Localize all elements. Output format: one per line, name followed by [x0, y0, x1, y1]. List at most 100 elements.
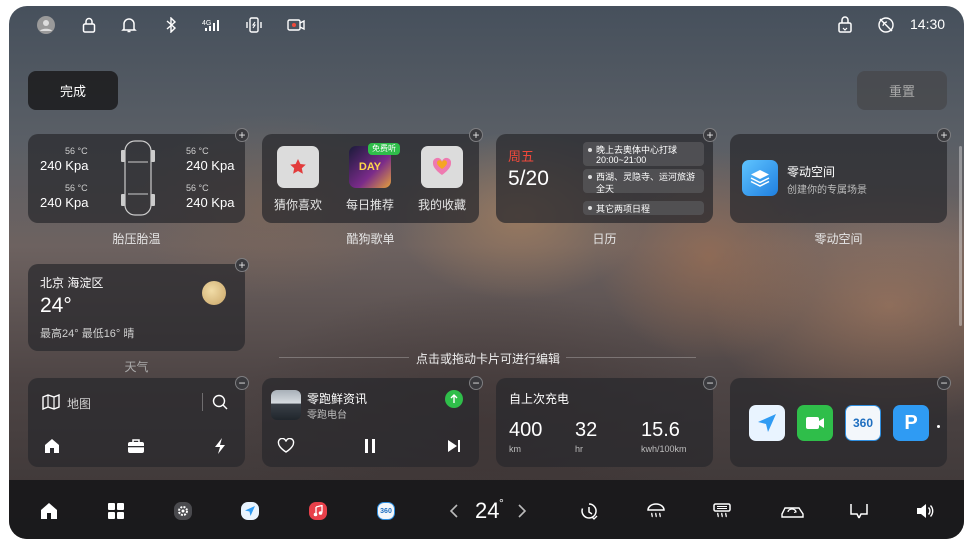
kugou-item-label: 猜你喜欢	[273, 198, 322, 212]
tire-rr-temp: 56 °C	[186, 183, 209, 193]
car-lock-icon[interactable]	[836, 16, 854, 34]
home-shortcut-icon[interactable]	[44, 438, 60, 459]
rear-defrost-icon[interactable]	[712, 501, 732, 521]
charge-distance-unit: km	[509, 444, 521, 454]
lock-icon[interactable]	[80, 16, 98, 34]
no-signal-icon	[877, 16, 895, 34]
charging-station-icon[interactable]	[213, 437, 227, 460]
dashcam-record-icon	[287, 16, 305, 34]
video-call-app-icon[interactable]	[797, 405, 833, 441]
temp-increase-icon[interactable]	[512, 501, 532, 521]
music-app-icon[interactable]	[309, 502, 327, 520]
svg-text:4G: 4G	[202, 20, 211, 27]
calendar-date: 5/20	[508, 167, 549, 190]
bell-icon[interactable]	[120, 16, 138, 34]
layers-icon	[742, 160, 778, 196]
radio-title: 零跑鲜资讯	[307, 392, 368, 406]
add-calendar-card-button[interactable]: +	[703, 128, 717, 142]
radio-subtitle: 零跑电台	[307, 410, 347, 421]
settings-app-icon[interactable]	[174, 502, 192, 520]
tire-fr-temp: 56 °C	[186, 146, 209, 156]
signal-4g-icon: 4G	[202, 16, 220, 34]
reset-button[interactable]: 重置	[857, 71, 947, 110]
edit-hint: 点击或拖动卡片可进行编辑	[416, 352, 561, 366]
map-icon	[42, 393, 60, 415]
phone-vibrate-icon	[245, 16, 263, 34]
pause-icon[interactable]	[363, 438, 377, 459]
front-defrost-icon[interactable]	[646, 501, 666, 521]
page-scrollbar[interactable]	[959, 146, 962, 326]
calendar-weekday: 周五	[508, 149, 535, 164]
remove-charge-card-button[interactable]: −	[703, 376, 717, 390]
charge-hours: 32	[575, 419, 598, 441]
remove-radio-card-button[interactable]: −	[469, 376, 483, 390]
sun-icon	[202, 281, 226, 305]
zero-space-card-title: 零动空间	[814, 232, 863, 246]
climate-auto-icon[interactable]	[579, 501, 599, 521]
charge-distance: 400	[509, 419, 543, 441]
kugou-card-title: 酷狗歌单	[346, 232, 395, 246]
tire-fl-temp: 56 °C	[65, 146, 88, 156]
weather-temp: 24°	[40, 294, 72, 317]
parking-app-icon[interactable]: P	[893, 405, 929, 441]
search-icon[interactable]	[212, 394, 228, 415]
kugou-item-label: 每日推荐	[345, 198, 394, 212]
charge-title: 自上次充电	[509, 392, 570, 406]
calendar-card-title: 日历	[592, 232, 617, 246]
done-button[interactable]: 完成	[28, 71, 118, 110]
calendar-event-dot	[588, 148, 592, 152]
calendar-event-dot	[588, 175, 592, 179]
dock-navigation-app-icon[interactable]	[241, 502, 259, 520]
calendar-event-line2: 20:00~21:00	[596, 155, 647, 165]
work-shortcut-icon[interactable]	[127, 438, 145, 459]
clock: 14:30	[910, 16, 946, 32]
zero-space-name: 零动空间	[787, 165, 836, 179]
seat-heat-icon[interactable]	[847, 501, 871, 521]
remove-apps-card-button[interactable]: −	[937, 376, 951, 390]
weather-card-title: 天气	[124, 360, 149, 374]
add-zero-space-card-button[interactable]: +	[937, 128, 951, 142]
navigation-app-icon[interactable]	[749, 405, 785, 441]
weather-summary: 最高24° 最低16° 晴	[40, 328, 135, 340]
guess-you-like-icon[interactable]	[277, 146, 319, 188]
car-topview-icon	[119, 138, 157, 223]
temperature-unit: °	[499, 496, 504, 510]
radio-cover[interactable]	[271, 390, 301, 420]
tire-rr-pressure: 240 Kpa	[186, 195, 235, 210]
volume-icon[interactable]	[915, 501, 935, 521]
heart-icon[interactable]	[277, 437, 295, 459]
hint-divider-left	[279, 357, 409, 358]
calendar-event-dot	[588, 206, 592, 210]
kugou-item-label: 我的收藏	[417, 198, 466, 212]
tire-fr-pressure: 240 Kpa	[186, 158, 235, 173]
remove-map-card-button[interactable]: −	[235, 376, 249, 390]
calendar-event-line2: 全天	[596, 184, 615, 194]
home-icon[interactable]	[39, 501, 59, 521]
next-track-icon[interactable]	[447, 439, 461, 458]
more-dot	[937, 425, 940, 428]
charge-consumption: 15.6	[641, 419, 680, 441]
charge-consumption-unit: kwh/100km	[641, 444, 687, 454]
add-tire-card-button[interactable]: +	[235, 128, 249, 142]
dock-360-app-icon[interactable]: 360	[377, 502, 395, 520]
add-kugou-card-button[interactable]: +	[469, 128, 483, 142]
free-listen-badge: 免费听	[368, 143, 400, 155]
charge-hours-unit: hr	[575, 444, 584, 454]
add-weather-card-button[interactable]: +	[235, 258, 249, 272]
temp-decrease-icon[interactable]	[444, 501, 464, 521]
air-recirculation-icon[interactable]	[780, 501, 806, 521]
map-search-divider	[202, 393, 203, 411]
tire-card-title: 胎压胎温	[112, 232, 161, 246]
weather-location: 北京 海淀区	[40, 276, 104, 290]
my-favorites-icon[interactable]	[421, 146, 463, 188]
avatar[interactable]	[37, 16, 55, 34]
app-360-icon[interactable]: 360	[845, 405, 881, 441]
screen: 4G 14:30 完成 重置 + 56 °C 240 Kpa 56 °C 240…	[9, 6, 964, 539]
app-grid-icon[interactable]	[106, 501, 126, 521]
tire-rl-temp: 56 °C	[65, 183, 88, 193]
zero-space-subtitle: 创建你的专属场景	[787, 185, 867, 196]
tire-rl-pressure: 240 Kpa	[40, 195, 89, 210]
map-search-label[interactable]: 地图	[67, 395, 91, 412]
calendar-event-line1: 其它两项日程	[596, 204, 651, 214]
tire-fl-pressure: 240 Kpa	[40, 158, 89, 173]
